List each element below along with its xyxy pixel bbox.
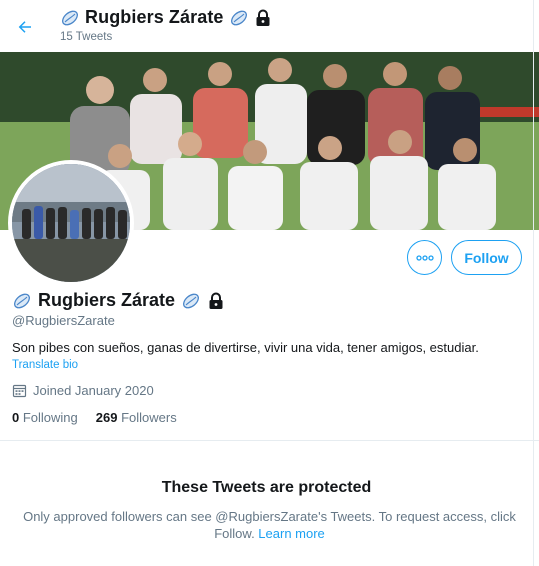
joined-date: Joined January 2020 <box>12 383 154 398</box>
lock-icon <box>256 9 270 26</box>
header-name: Rugbiers Zárate <box>85 7 224 27</box>
lock-icon <box>209 292 223 309</box>
avatar[interactable] <box>8 160 134 286</box>
more-options-button[interactable] <box>407 240 442 275</box>
follow-button[interactable]: Follow <box>451 240 522 275</box>
protected-message: Only approved followers can see @Rugbier… <box>12 508 527 542</box>
following-link[interactable]: 0 Following <box>12 410 78 425</box>
column-border <box>533 0 534 566</box>
protected-title: These Tweets are protected <box>161 479 372 496</box>
followers-label: Followers <box>117 410 177 425</box>
tweet-count: 15 Tweets <box>60 31 113 43</box>
rugby-ball-icon <box>62 10 78 25</box>
learn-more-link[interactable]: Learn more <box>258 526 324 541</box>
profile-name-row: Rugbiers Zárate <box>12 290 225 311</box>
rugby-ball-icon <box>230 10 247 25</box>
follow-stats: 0 Following 269 Followers <box>12 410 177 425</box>
calendar-icon <box>12 384 27 398</box>
header-title: Rugbiers Zárate <box>60 7 272 28</box>
avatar-photo <box>12 164 130 282</box>
followers-link[interactable]: 269 Followers <box>96 410 177 425</box>
following-label: Following <box>19 410 78 425</box>
back-button[interactable] <box>10 12 40 42</box>
more-horizontal-icon <box>415 254 434 261</box>
rugby-ball-icon <box>183 293 200 308</box>
translate-bio-link[interactable]: Translate bio <box>12 359 78 371</box>
section-divider <box>0 440 539 441</box>
profile-name: Rugbiers Zárate <box>38 290 176 310</box>
profile-handle: @RugbiersZarate <box>12 313 115 328</box>
joined-text: Joined January 2020 <box>33 383 154 398</box>
back-arrow-icon <box>18 21 31 33</box>
top-bar: Rugbiers Zárate 15 Tweets <box>0 0 539 52</box>
rugby-ball-icon <box>14 293 30 308</box>
profile-bio: Son pibes con sueños, ganas de divertirs… <box>12 340 479 355</box>
followers-count: 269 <box>95 410 118 425</box>
